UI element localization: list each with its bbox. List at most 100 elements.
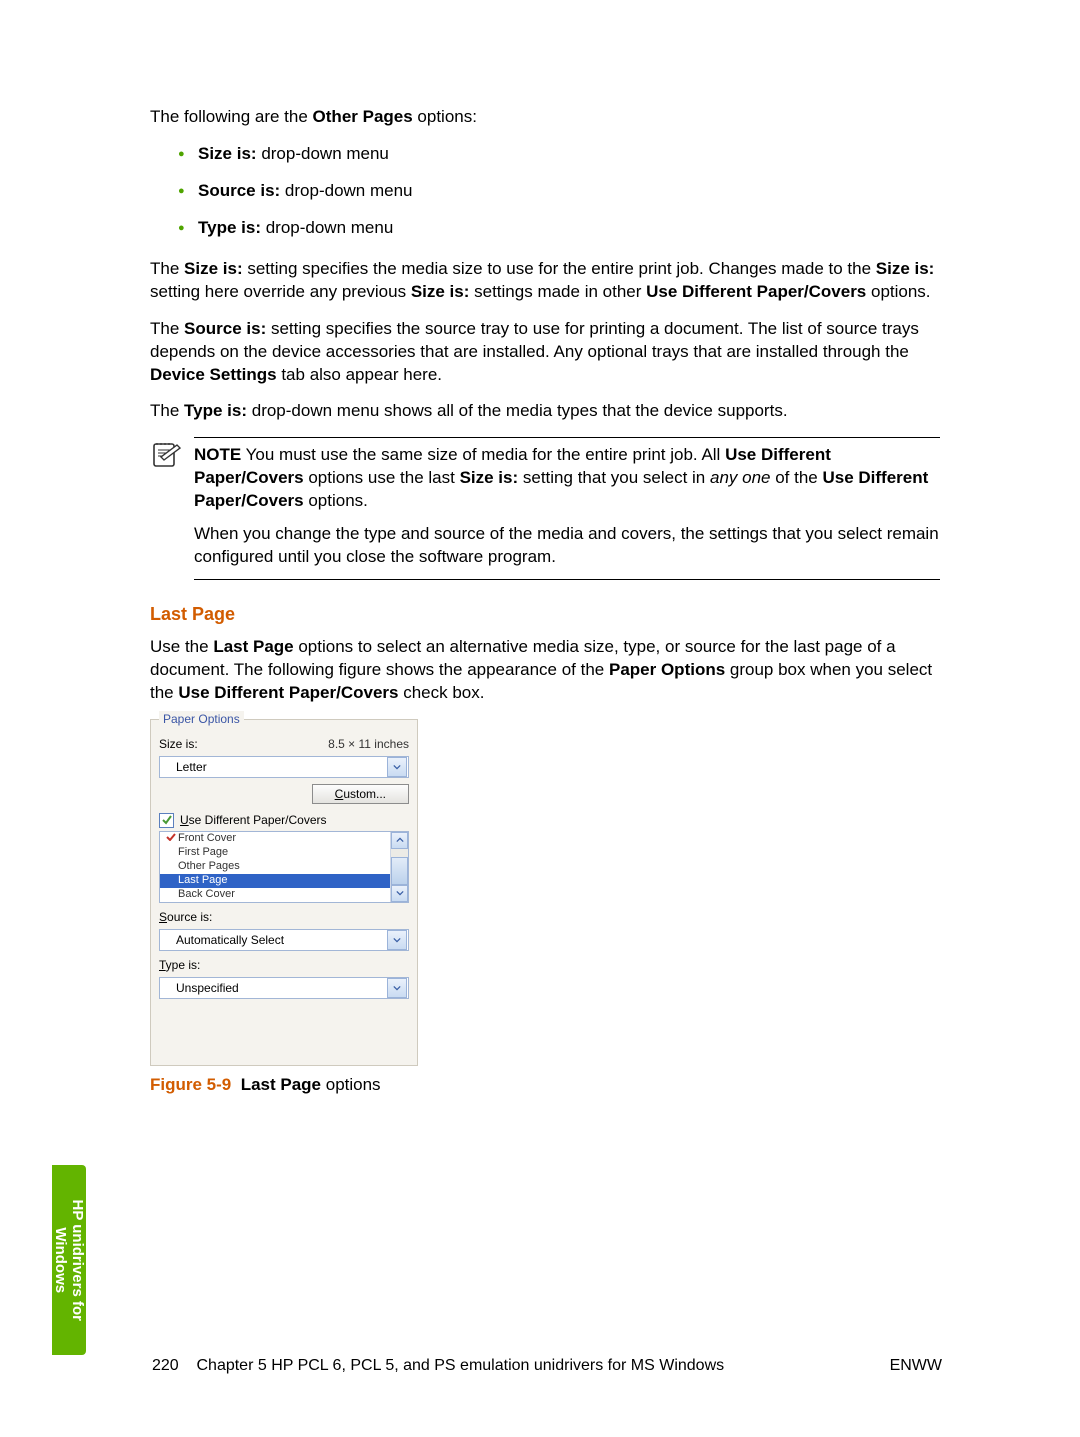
scroll-thumb[interactable] — [391, 857, 408, 885]
text: of the — [771, 468, 823, 487]
list-item-other-pages[interactable]: Other Pages — [160, 860, 390, 874]
paragraph-size: The Size is: setting specifies the media… — [150, 258, 940, 304]
scroll-down-icon[interactable] — [391, 885, 408, 902]
list-item-last-page[interactable]: Last Page — [160, 874, 390, 888]
chevron-down-icon[interactable] — [387, 930, 407, 950]
figure-number: Figure 5-9 — [150, 1075, 231, 1094]
size-is-label: Size is: — [159, 736, 198, 752]
text: check box. — [399, 683, 485, 702]
side-tab-line1: HP unidrivers for — [69, 1199, 86, 1320]
text: setting here override any previous — [150, 282, 411, 301]
text: drop-down menu — [261, 218, 393, 237]
source-dropdown[interactable]: Automatically Select — [159, 929, 409, 951]
text-bold: Use Different Paper/Covers — [646, 282, 866, 301]
listbox-scrollbar[interactable] — [390, 832, 408, 902]
text: options. — [304, 491, 368, 510]
text: options use the last — [304, 468, 460, 487]
page-number: 220 — [152, 1357, 179, 1374]
section-heading-last-page: Last Page — [150, 602, 940, 626]
text: drop-down menu — [280, 181, 412, 200]
checkmark-icon — [166, 832, 178, 846]
text-bold: Size is: — [460, 468, 519, 487]
source-is-label: Source is: — [159, 910, 212, 924]
page-footer: 220 Chapter 5 HP PCL 6, PCL 5, and PS em… — [152, 1355, 942, 1377]
figure-title-rest: options — [321, 1075, 381, 1094]
text-bold: Other Pages — [313, 107, 413, 126]
text-bold: Size is: — [876, 259, 935, 278]
divider — [194, 579, 940, 580]
note-para-2: When you change the type and source of t… — [194, 523, 940, 569]
groupbox-legend: Paper Options — [159, 711, 244, 727]
type-dropdown[interactable]: Unspecified — [159, 977, 409, 999]
options-list: Size is: drop-down menu Source is: drop-… — [150, 143, 940, 240]
list-item-first-page[interactable]: First Page — [160, 846, 390, 860]
list-item: Type is: drop-down menu — [178, 217, 940, 240]
figure-caption: Figure 5-9 Last Page options — [150, 1074, 940, 1097]
list-item-front-cover[interactable]: Front Cover — [160, 832, 390, 846]
note-block: NOTE You must use the same size of media… — [150, 437, 940, 580]
list-item-back-cover[interactable]: Back Cover — [160, 888, 390, 902]
document-page: The following are the Other Pages option… — [0, 0, 1080, 1437]
list-item-label: Last Page — [178, 873, 228, 888]
covers-listbox[interactable]: Front Cover First Page Other Pages Last … — [159, 831, 409, 903]
text: setting that you select in — [518, 468, 710, 487]
text: The — [150, 319, 184, 338]
side-tab: HP unidrivers for Windows — [52, 1165, 86, 1355]
text-bold: Last Page — [213, 637, 293, 656]
use-different-paper-checkbox[interactable] — [159, 813, 174, 828]
paragraph-source: The Source is: setting specifies the sou… — [150, 318, 940, 387]
text-bold: Paper Options — [609, 660, 725, 679]
figure-title-bold: Last Page — [241, 1075, 321, 1094]
text: drop-down menu shows all of the media ty… — [247, 401, 788, 420]
text: Use the — [150, 637, 213, 656]
side-tab-line2: Windows — [52, 1227, 69, 1293]
text-bold: Size is: — [184, 259, 243, 278]
text: The — [150, 401, 184, 420]
text: tab also appear here. — [277, 365, 442, 384]
scroll-up-icon[interactable] — [391, 832, 408, 849]
custom-button[interactable]: Custom... — [312, 784, 409, 804]
text: options. — [866, 282, 930, 301]
size-dropdown[interactable]: Letter — [159, 756, 409, 778]
chevron-down-icon[interactable] — [387, 757, 407, 777]
paragraph-type: The Type is: drop-down menu shows all of… — [150, 400, 940, 423]
text-bold: Type is: — [184, 401, 247, 420]
text: The — [150, 259, 184, 278]
text-bold: Use Different Paper/Covers — [178, 683, 398, 702]
text-bold: Size is: — [411, 282, 470, 301]
paper-options-groupbox: Paper Options Size is: 8.5 × 11 inches L… — [150, 719, 418, 1066]
list-item-label: Back Cover — [178, 887, 235, 901]
text: options: — [413, 107, 477, 126]
scroll-track[interactable] — [391, 849, 408, 885]
text-bold: Source is: — [184, 319, 266, 338]
source-value: Automatically Select — [160, 932, 386, 948]
note-icon — [150, 442, 182, 479]
size-dimensions: 8.5 × 11 inches — [328, 736, 409, 752]
chapter-title: Chapter 5 HP PCL 6, PCL 5, and PS emulat… — [196, 1357, 724, 1374]
text: drop-down menu — [257, 144, 389, 163]
text-bold: Type is: — [198, 218, 261, 237]
footer-right: ENWW — [890, 1355, 942, 1377]
list-item: Size is: drop-down menu — [178, 143, 940, 166]
chevron-down-icon[interactable] — [387, 978, 407, 998]
size-value: Letter — [160, 759, 386, 775]
list-item-label: Front Cover — [178, 832, 236, 846]
text: setting specifies the media size to use … — [243, 259, 876, 278]
text: settings made in other — [469, 282, 646, 301]
type-value: Unspecified — [160, 980, 386, 996]
intro-paragraph: The following are the Other Pages option… — [150, 106, 940, 129]
text: The following are the — [150, 107, 313, 126]
text-bold: Device Settings — [150, 365, 277, 384]
use-different-paper-label: Use Different Paper/Covers — [180, 812, 327, 828]
text-bold: Source is: — [198, 181, 280, 200]
paragraph-lastpage: Use the Last Page options to select an a… — [150, 636, 940, 705]
list-item-label: First Page — [178, 845, 228, 860]
list-item-label: Other Pages — [178, 859, 240, 874]
text-italic: any one — [710, 468, 771, 487]
text: setting specifies the source tray to use… — [150, 319, 919, 361]
type-is-label: Type is: — [159, 958, 200, 972]
text-bold: Size is: — [198, 144, 257, 163]
text: You must use the same size of media for … — [241, 445, 725, 464]
note-label: NOTE — [194, 445, 241, 464]
note-text: NOTE You must use the same size of media… — [194, 438, 940, 579]
